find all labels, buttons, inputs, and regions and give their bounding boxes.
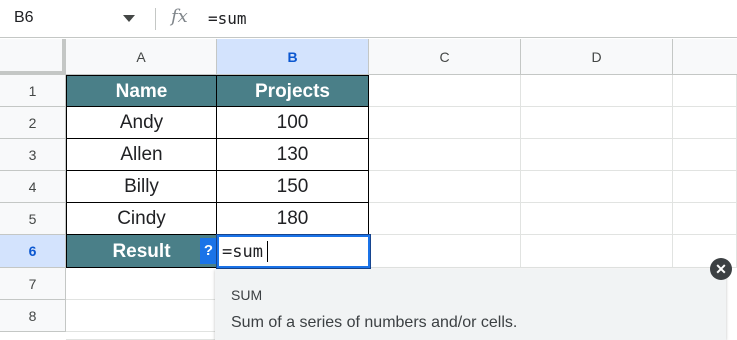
cell-d6[interactable]: [521, 235, 673, 268]
cell-a8[interactable]: [66, 300, 217, 332]
select-all-corner[interactable]: [0, 39, 66, 75]
result-label-cell[interactable]: Result: [66, 235, 217, 268]
column-header-c[interactable]: C: [369, 39, 521, 75]
cell-name-1[interactable]: Andy: [66, 107, 217, 139]
row-header-5[interactable]: 5: [0, 203, 66, 235]
cell-name-3[interactable]: Billy: [66, 171, 217, 203]
cell-name-2[interactable]: Allen: [66, 139, 217, 171]
formula-help-icon[interactable]: ?: [200, 238, 217, 264]
cell-e1[interactable]: [673, 75, 737, 107]
cell-d4[interactable]: [521, 171, 673, 203]
row-header-2[interactable]: 2: [0, 107, 66, 139]
cell-name-4[interactable]: Cindy: [66, 203, 217, 235]
cell-c5[interactable]: [369, 203, 521, 235]
column-header-b[interactable]: B: [217, 39, 369, 75]
cell-c2[interactable]: [369, 107, 521, 139]
cell-c3[interactable]: [369, 139, 521, 171]
cell-e4[interactable]: [673, 171, 737, 203]
cell-d1[interactable]: [521, 75, 673, 107]
row-header-8[interactable]: 8: [0, 300, 66, 332]
cell-projects-4[interactable]: 180: [217, 203, 369, 235]
column-header-d[interactable]: D: [521, 39, 673, 75]
cell-d2[interactable]: [521, 107, 673, 139]
function-autocomplete-popup[interactable]: SUM Sum of a series of numbers and/or ce…: [215, 269, 726, 340]
cell-projects-3[interactable]: 150: [217, 171, 369, 203]
cell-projects-2[interactable]: 130: [217, 139, 369, 171]
table-header-projects[interactable]: Projects: [217, 75, 369, 107]
cell-c4[interactable]: [369, 171, 521, 203]
row-header-6[interactable]: 6: [0, 235, 66, 268]
row-header-3[interactable]: 3: [0, 139, 66, 171]
cell-d3[interactable]: [521, 139, 673, 171]
row-header-1[interactable]: 1: [0, 75, 66, 107]
cell-c1[interactable]: [369, 75, 521, 107]
autocomplete-function-description: Sum of a series of numbers and/or cells.: [231, 314, 518, 331]
cell-d5[interactable]: [521, 203, 673, 235]
cell-a7[interactable]: [66, 268, 217, 300]
fx-icon: fx: [171, 6, 188, 27]
active-cell-editor[interactable]: =sum: [216, 234, 371, 269]
formula-input[interactable]: =sum: [208, 9, 247, 28]
formula-bar-divider: [155, 8, 156, 30]
column-header-e[interactable]: [673, 39, 737, 75]
name-box[interactable]: B6: [14, 9, 34, 27]
cell-e5[interactable]: [673, 203, 737, 235]
column-header-a[interactable]: A: [66, 39, 217, 75]
chevron-down-icon[interactable]: [123, 15, 135, 22]
formula-bar: B6 fx =sum: [0, 0, 737, 38]
cell-c6[interactable]: [369, 235, 521, 268]
row-header-7[interactable]: 7: [0, 268, 66, 300]
cell-projects-1[interactable]: 100: [217, 107, 369, 139]
close-icon[interactable]: ✕: [710, 258, 732, 280]
cell-e3[interactable]: [673, 139, 737, 171]
table-header-name[interactable]: Name: [66, 75, 217, 107]
text-caret: [267, 241, 268, 262]
cell-e2[interactable]: [673, 107, 737, 139]
row-header-4[interactable]: 4: [0, 171, 66, 203]
autocomplete-function-name[interactable]: SUM: [231, 287, 262, 303]
active-cell-text: =sum: [222, 242, 263, 262]
cell-a9[interactable]: [66, 332, 217, 340]
